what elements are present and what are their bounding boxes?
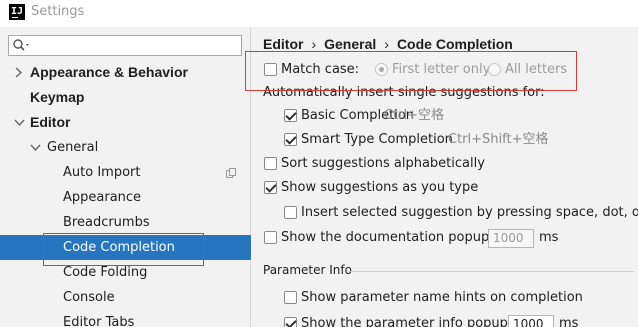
sidebar-item-label: Appearance & Behavior [30, 64, 188, 80]
basic-completion-shortcut: Ctrl+空格 [384, 108, 445, 123]
sidebar-item-auto-import[interactable]: Auto Import [0, 160, 251, 185]
sidebar-item-label: General [47, 140, 99, 155]
title-bar: IJ Settings [0, 0, 638, 27]
chevron-down-icon[interactable] [13, 110, 25, 135]
highlight-box-sidebar [43, 233, 204, 266]
highlight-box-match-case [245, 51, 577, 91]
doc-popup-delay-input[interactable]: 1000 [488, 229, 534, 248]
show-as-you-type-label: Show suggestions as you type [281, 180, 479, 195]
sort-alphabetically-checkbox[interactable] [264, 157, 277, 170]
sidebar-item-appearance[interactable]: Appearance [0, 185, 251, 210]
project-settings-icon [226, 168, 236, 178]
breadcrumb-separator: › [311, 36, 317, 52]
sidebar-item-general[interactable]: General [0, 135, 251, 160]
chevron-down-icon[interactable] [29, 135, 41, 160]
sidebar-item-editor-tabs[interactable]: Editor Tabs [0, 310, 251, 327]
window-title: Settings [31, 4, 85, 19]
smart-type-completion-shortcut: Ctrl+Shift+空格 [448, 132, 549, 147]
sort-alphabetically-row: Sort suggestions alphabetically [264, 155, 624, 173]
smart-type-completion-row: Smart Type Completion Ctrl+Shift+空格 [284, 131, 624, 149]
param-info-popup-unit: ms [559, 316, 579, 327]
param-name-hints-row: Show parameter name hints on completion [284, 289, 634, 307]
doc-popup-unit: ms [539, 230, 559, 245]
sidebar-item-breadcrumbs[interactable]: Breadcrumbs [0, 210, 251, 235]
param-info-popup-checkbox[interactable] [284, 317, 297, 327]
breadcrumb-editor: Editor [263, 36, 304, 52]
sidebar-item-label: Keymap [30, 89, 85, 105]
sidebar-item-console[interactable]: Console [0, 285, 251, 310]
sidebar-item-keymap[interactable]: Keymap [0, 85, 251, 110]
doc-popup-label: Show the documentation popup in [281, 230, 506, 245]
sort-alphabetically-label: Sort suggestions alphabetically [281, 156, 485, 171]
sidebar-item-label: Appearance [63, 190, 142, 205]
sidebar-item-label: Editor Tabs [63, 315, 135, 327]
chevron-right-icon[interactable] [13, 60, 25, 85]
insert-selected-checkbox[interactable] [284, 206, 297, 219]
basic-completion-row: Basic Completion Ctrl+空格 [284, 107, 624, 125]
sidebar-item-label: Auto Import [63, 165, 141, 180]
intellij-logo-icon: IJ [9, 4, 25, 20]
doc-popup-row: Show the documentation popup in 1000 ms [264, 229, 624, 249]
breadcrumb-code-completion: Code Completion [396, 36, 513, 52]
sidebar-item-appearance-behavior[interactable]: Appearance & Behavior [0, 60, 251, 85]
show-as-you-type-checkbox[interactable] [264, 181, 277, 194]
sidebar-item-label: Console [63, 290, 115, 305]
section-divider [348, 271, 634, 272]
param-info-popup-delay-input[interactable]: 1000 [508, 315, 554, 327]
insert-selected-label: Insert selected suggestion by pressing s… [301, 205, 638, 220]
doc-popup-checkbox[interactable] [264, 231, 277, 244]
breadcrumb-general: General [324, 36, 377, 52]
search-icon [13, 39, 29, 51]
param-info-popup-row: Show the parameter info popup in 1000 ms [284, 315, 634, 327]
sidebar-item-label: Breadcrumbs [63, 215, 150, 230]
smart-type-completion-checkbox[interactable] [284, 133, 297, 146]
show-as-you-type-row: Show suggestions as you type [264, 179, 624, 197]
insert-selected-row: Insert selected suggestion by pressing s… [284, 204, 638, 222]
sidebar-item-editor[interactable]: Editor [0, 110, 251, 135]
sidebar-item-label: Editor [30, 114, 71, 130]
smart-type-completion-label: Smart Type Completion [301, 132, 453, 147]
param-name-hints-checkbox[interactable] [284, 291, 297, 304]
param-name-hints-label: Show parameter name hints on completion [301, 290, 583, 305]
settings-search-input[interactable] [8, 35, 242, 56]
settings-sidebar: Appearance & Behavior Keymap Editor Gene… [0, 27, 251, 327]
param-info-popup-label: Show the parameter info popup in [301, 316, 524, 327]
breadcrumb: Editor › General › Code Completion [263, 36, 513, 52]
breadcrumb-separator: › [384, 36, 389, 52]
basic-completion-checkbox[interactable] [284, 109, 297, 122]
parameter-info-heading: Parameter Info [263, 263, 352, 277]
